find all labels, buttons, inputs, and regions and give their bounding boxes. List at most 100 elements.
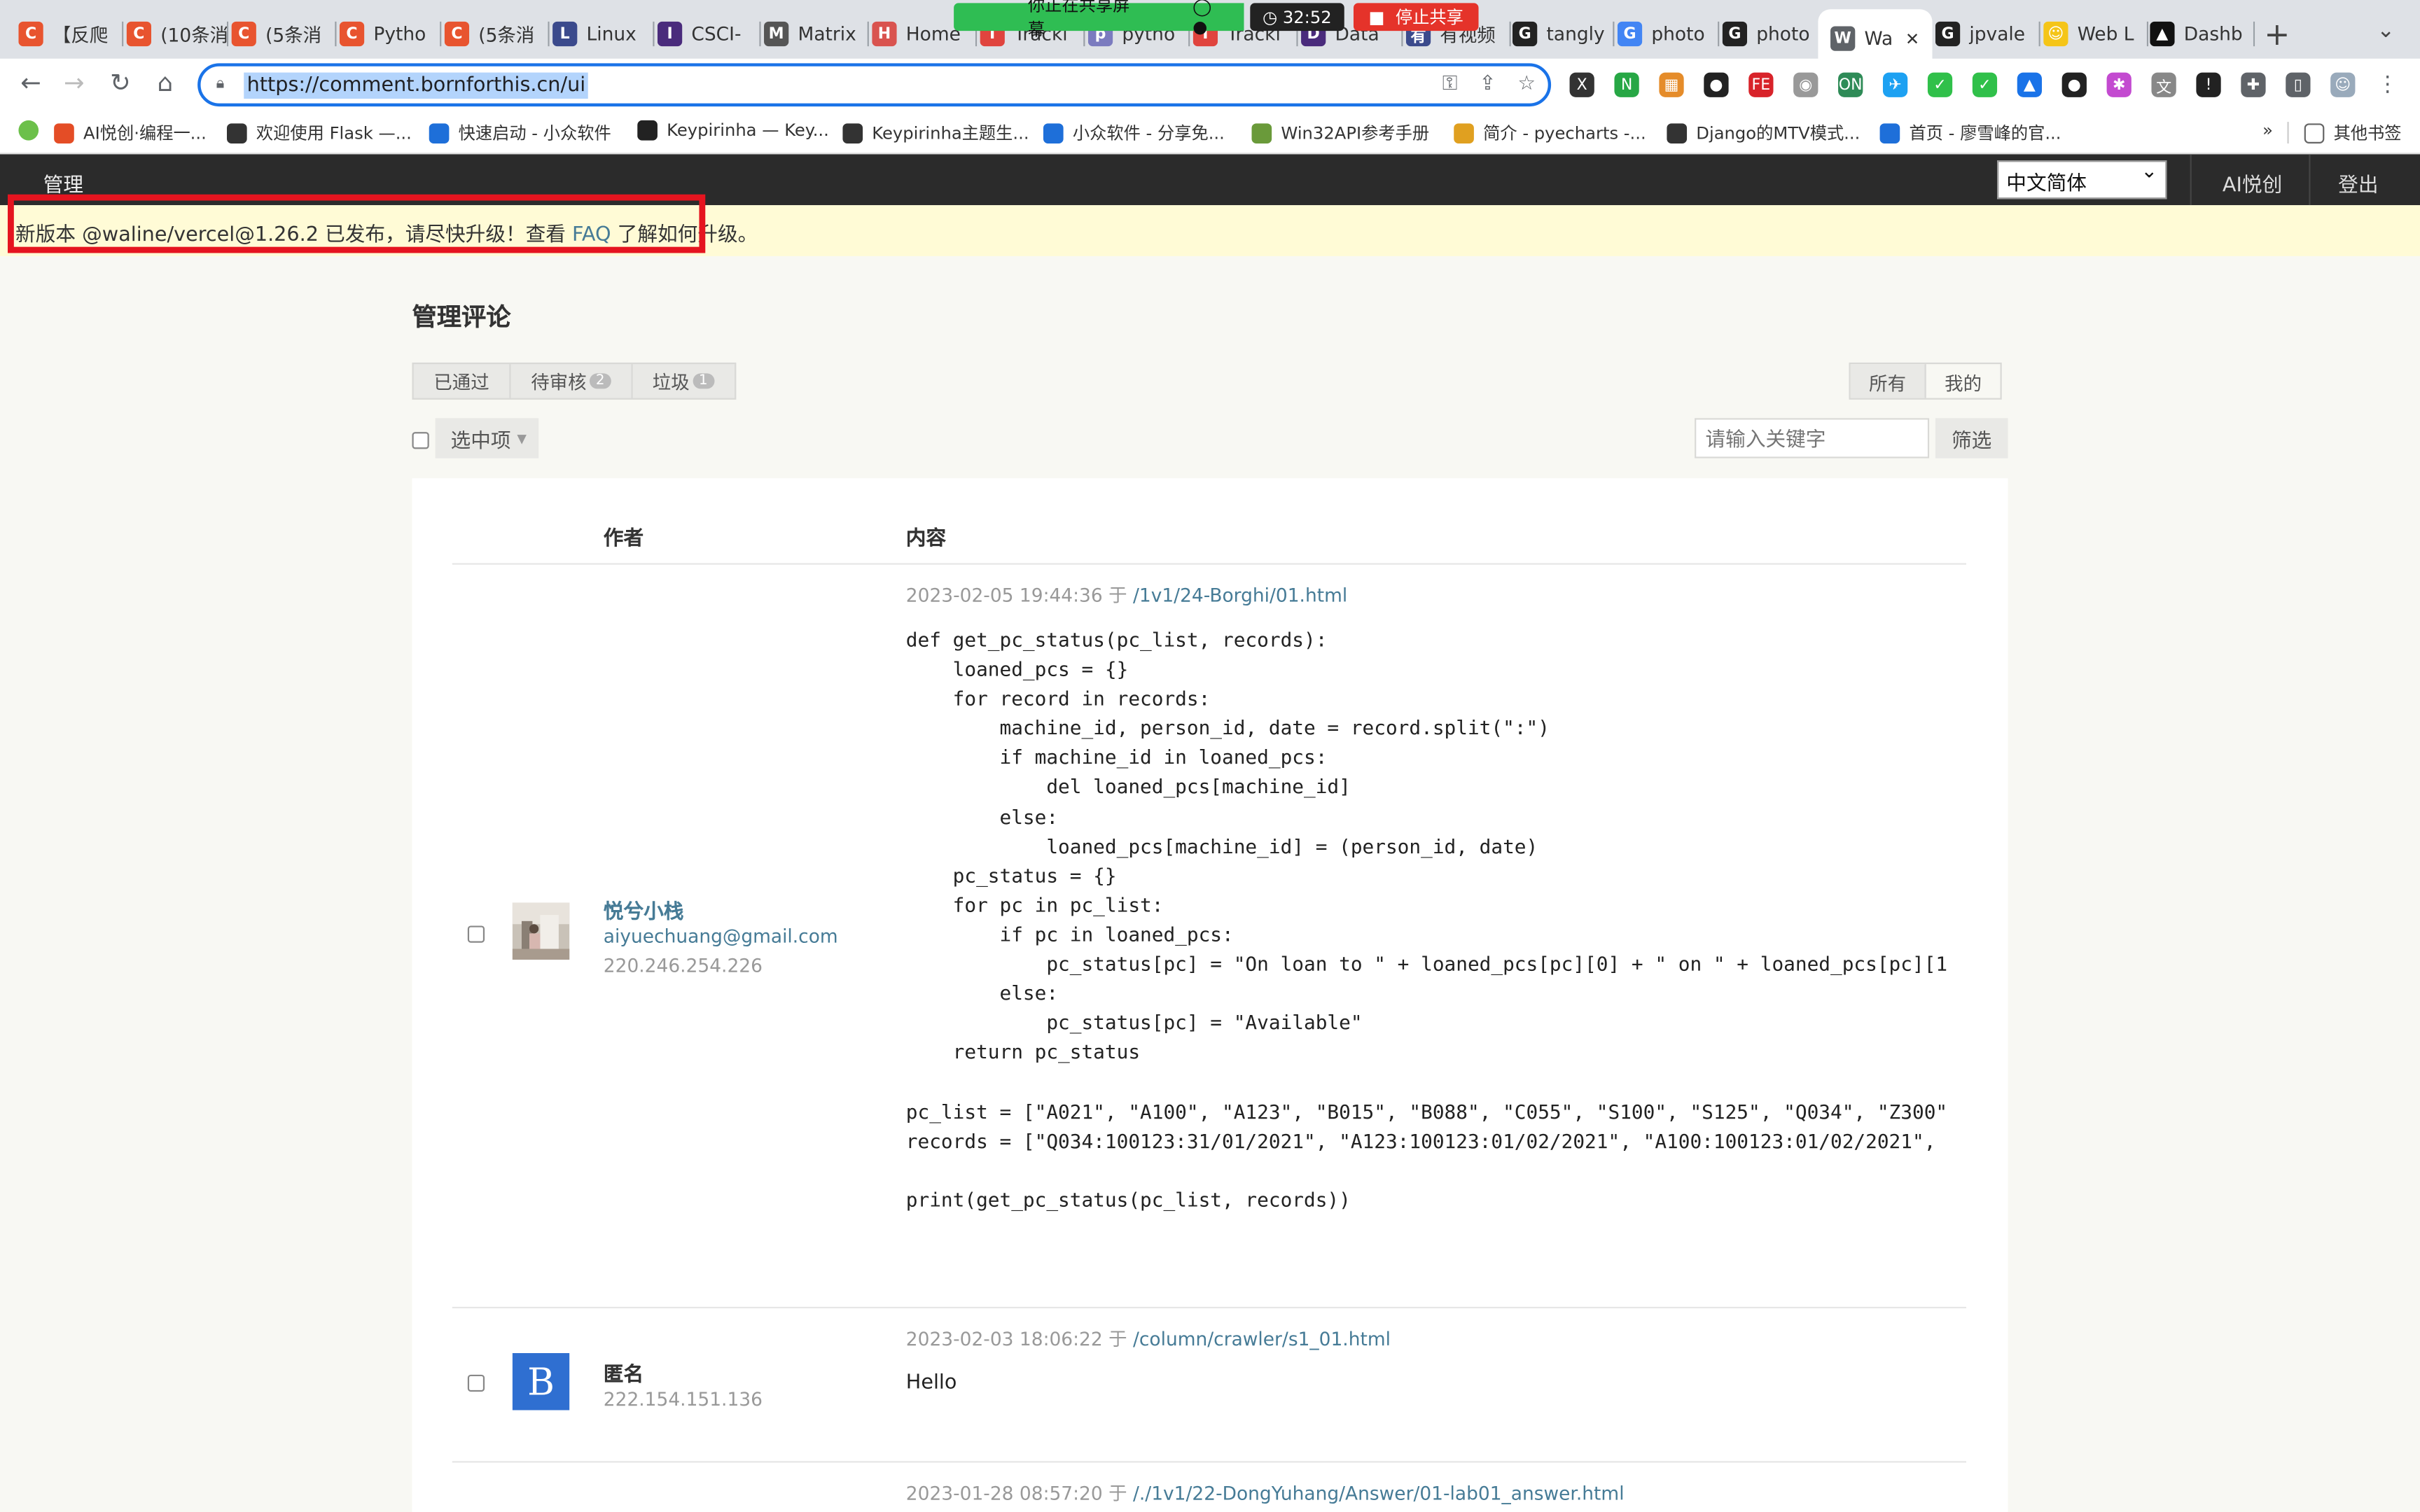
bulb-extension-icon[interactable]: ✓ <box>1927 72 1953 97</box>
puzzle-extensions-icon[interactable]: ✚ <box>2241 72 2266 97</box>
new-tab-button[interactable]: + <box>2264 15 2290 52</box>
bookmark-item[interactable]: Win32API参考手册 <box>1251 120 1429 145</box>
tab-favicon-icon: C <box>444 21 470 47</box>
address-bar[interactable]: 🔒︎ https://comment.bornforthis.cn/ui ⚿ ⇪… <box>197 63 1552 107</box>
n-extension-icon[interactable]: N <box>1614 72 1639 97</box>
tab-title: (5条消 <box>265 24 322 46</box>
fe-extension-icon[interactable]: FE <box>1748 72 1774 97</box>
asterisk-extension-icon[interactable]: ✱ <box>2106 72 2132 97</box>
bookmark-item[interactable]: Keypirinha主题生... <box>842 120 1029 145</box>
tab-title: Pytho <box>373 23 426 45</box>
tab-favicon-icon: ☺ <box>2043 21 2068 47</box>
reload-icon[interactable]: ↻ <box>104 68 137 97</box>
home-icon[interactable]: ⌂ <box>148 68 182 97</box>
other-bookmarks[interactable]: 其他书签 <box>2287 120 2402 145</box>
translate-extension-icon[interactable]: 文 <box>2151 72 2176 97</box>
bird-extension-icon[interactable]: ✈ <box>1882 72 1908 97</box>
comment-page-link[interactable]: /./1v1/22-DongYuhang/Answer/01-lab01_ans… <box>1133 1483 1625 1504</box>
triangle-extension-icon[interactable]: ▲ <box>2017 72 2042 97</box>
bookmark-label: 欢迎使用 Flask —... <box>256 123 412 144</box>
comment-page-link[interactable]: /column/crawler/s1_01.html <box>1133 1329 1391 1350</box>
bookmark-item[interactable]: 简介 - pyecharts -... <box>1454 120 1646 145</box>
browser-tab[interactable]: C (10条消 <box>126 13 229 56</box>
bookmark-app-icon[interactable] <box>18 120 48 141</box>
profile-avatar-icon[interactable]: ☺ <box>2330 72 2356 97</box>
browser-tab[interactable]: C (5条消 <box>231 13 337 56</box>
bookmark-label: Keypirinha主题生... <box>872 123 1029 144</box>
bookmark-item[interactable]: 小众软件 - 分享免... <box>1043 120 1225 145</box>
bookmark-label: Keypirinha — Key... <box>667 120 829 141</box>
tab-separator <box>2253 21 2255 47</box>
close-tab-icon[interactable]: ✕ <box>1905 29 1919 49</box>
browser-tab[interactable]: I CSCI- <box>657 13 761 56</box>
filter-button[interactable]: 筛选 <box>1935 418 2008 458</box>
comment-checkbox[interactable] <box>467 925 485 943</box>
browser-tab[interactable]: M Matrix <box>764 13 869 56</box>
tab-all[interactable]: 所有 <box>1850 364 1926 398</box>
share-icon[interactable]: ⇪ <box>1479 73 1496 96</box>
menu-kebab-icon[interactable]: ⋮ <box>2375 72 2400 97</box>
browser-tab[interactable]: L Linux <box>552 13 655 56</box>
bookmark-label: 简介 - pyecharts -... <box>1483 123 1646 144</box>
comment-checkbox[interactable] <box>467 1374 485 1392</box>
tab-favicon-icon: M <box>764 21 789 47</box>
tab-favicon-icon: G <box>1935 21 1961 47</box>
bookmark-item[interactable]: 快速启动 - 小众软件 <box>429 120 611 145</box>
tab-favicon-icon: ▲ <box>2150 21 2175 47</box>
alert-extension-icon[interactable]: ! <box>2196 72 2221 97</box>
tab-separator <box>548 21 550 47</box>
forward-arrow-icon[interactable]: → <box>57 68 91 97</box>
tab-favicon-icon: G <box>1617 21 1643 47</box>
on-extension-icon[interactable]: ON <box>1838 72 1863 97</box>
comment-meta: 2023-02-03 18:06:22 于 /column/crawler/s1… <box>905 1328 1391 1350</box>
camera-extension-icon[interactable]: ◉ <box>1793 72 1819 97</box>
bulk-action-dropdown[interactable]: 选中项 ▼ <box>435 418 539 458</box>
mask-extension-icon[interactable]: ● <box>1704 72 1729 97</box>
bookmark-label: 首页 - 廖雪峰的官... <box>1909 123 2061 144</box>
bookmarks-more-button[interactable]: » <box>2262 120 2273 141</box>
browser-tab[interactable]: C (5条消 <box>444 13 550 56</box>
browser-tab[interactable]: Gjpvale <box>1935 13 2040 56</box>
github-extension-icon[interactable]: ● <box>2061 72 2087 97</box>
comment-author-ip: 220.246.254.226 <box>603 955 763 977</box>
x-extension-icon[interactable]: X <box>1569 72 1594 97</box>
search-input[interactable] <box>1695 418 1930 458</box>
tab-spam[interactable]: 垃圾 1 <box>632 364 734 398</box>
browser-tab[interactable]: C Pytho <box>339 13 442 56</box>
browser-tab[interactable]: ☺ Web L <box>2043 13 2149 56</box>
comment-author-email[interactable]: aiyuechuang@gmail.com <box>604 925 838 947</box>
palette-extension-icon[interactable]: ▦ <box>1659 72 1684 97</box>
comment-author-ip: 222.154.151.136 <box>603 1388 763 1410</box>
url-text[interactable]: https://comment.bornforthis.cn/ui <box>244 71 589 98</box>
language-select[interactable]: 中文简体 <box>1997 160 2167 200</box>
tab-search-icon[interactable]: ⌄ <box>2377 18 2395 43</box>
browser-tab[interactable]: ▲ Dashb <box>2150 13 2255 56</box>
bookmark-item[interactable]: Django的MTV模式... <box>1667 120 1860 145</box>
bookmark-item[interactable]: 欢迎使用 Flask —... <box>226 120 412 145</box>
browser-tab[interactable]: C 【反爬 <box>18 13 124 56</box>
bookmark-item[interactable]: Keypirinha — Key... <box>637 120 829 141</box>
bookmark-item[interactable]: 首页 - 廖雪峰的官... <box>1879 120 2061 145</box>
select-all-checkbox[interactable] <box>412 432 429 449</box>
browser-tab[interactable]: Gtangly <box>1512 13 1615 56</box>
shield-extension-icon[interactable]: ✓ <box>1972 72 1998 97</box>
bookmark-star-icon[interactable]: ☆ <box>1517 73 1536 96</box>
tab-pending[interactable]: 待审核 2 <box>511 364 633 398</box>
bookmark-item[interactable]: AI悦创·编程一... <box>54 120 207 145</box>
tab-approved[interactable]: 已通过 <box>414 364 511 398</box>
stop-sharing-button[interactable]: ■ 停止共享 <box>1353 3 1479 31</box>
back-arrow-icon[interactable]: ← <box>14 68 48 97</box>
tab-mine[interactable]: 我的 <box>1926 364 2001 398</box>
site-link[interactable]: AI悦创 <box>2223 168 2282 197</box>
tab-title: CSCI- <box>691 23 742 45</box>
logout-link[interactable]: 登出 <box>2338 168 2378 197</box>
comment-author-name[interactable]: 悦兮小栈 <box>604 895 684 924</box>
tab-favicon-icon: L <box>552 21 578 47</box>
browser-tab[interactable]: Gphoto <box>1722 13 1825 56</box>
browser-tab[interactable]: Gphoto <box>1617 13 1720 56</box>
comment-page-link[interactable]: /1v1/24-Borghi/01.html <box>1133 584 1347 606</box>
key-icon[interactable]: ⚿ <box>1442 73 1458 96</box>
sidebar-icon[interactable]: ▯ <box>2286 72 2311 97</box>
admin-brand-link[interactable]: 管理 <box>43 168 83 197</box>
avatar <box>512 902 570 960</box>
